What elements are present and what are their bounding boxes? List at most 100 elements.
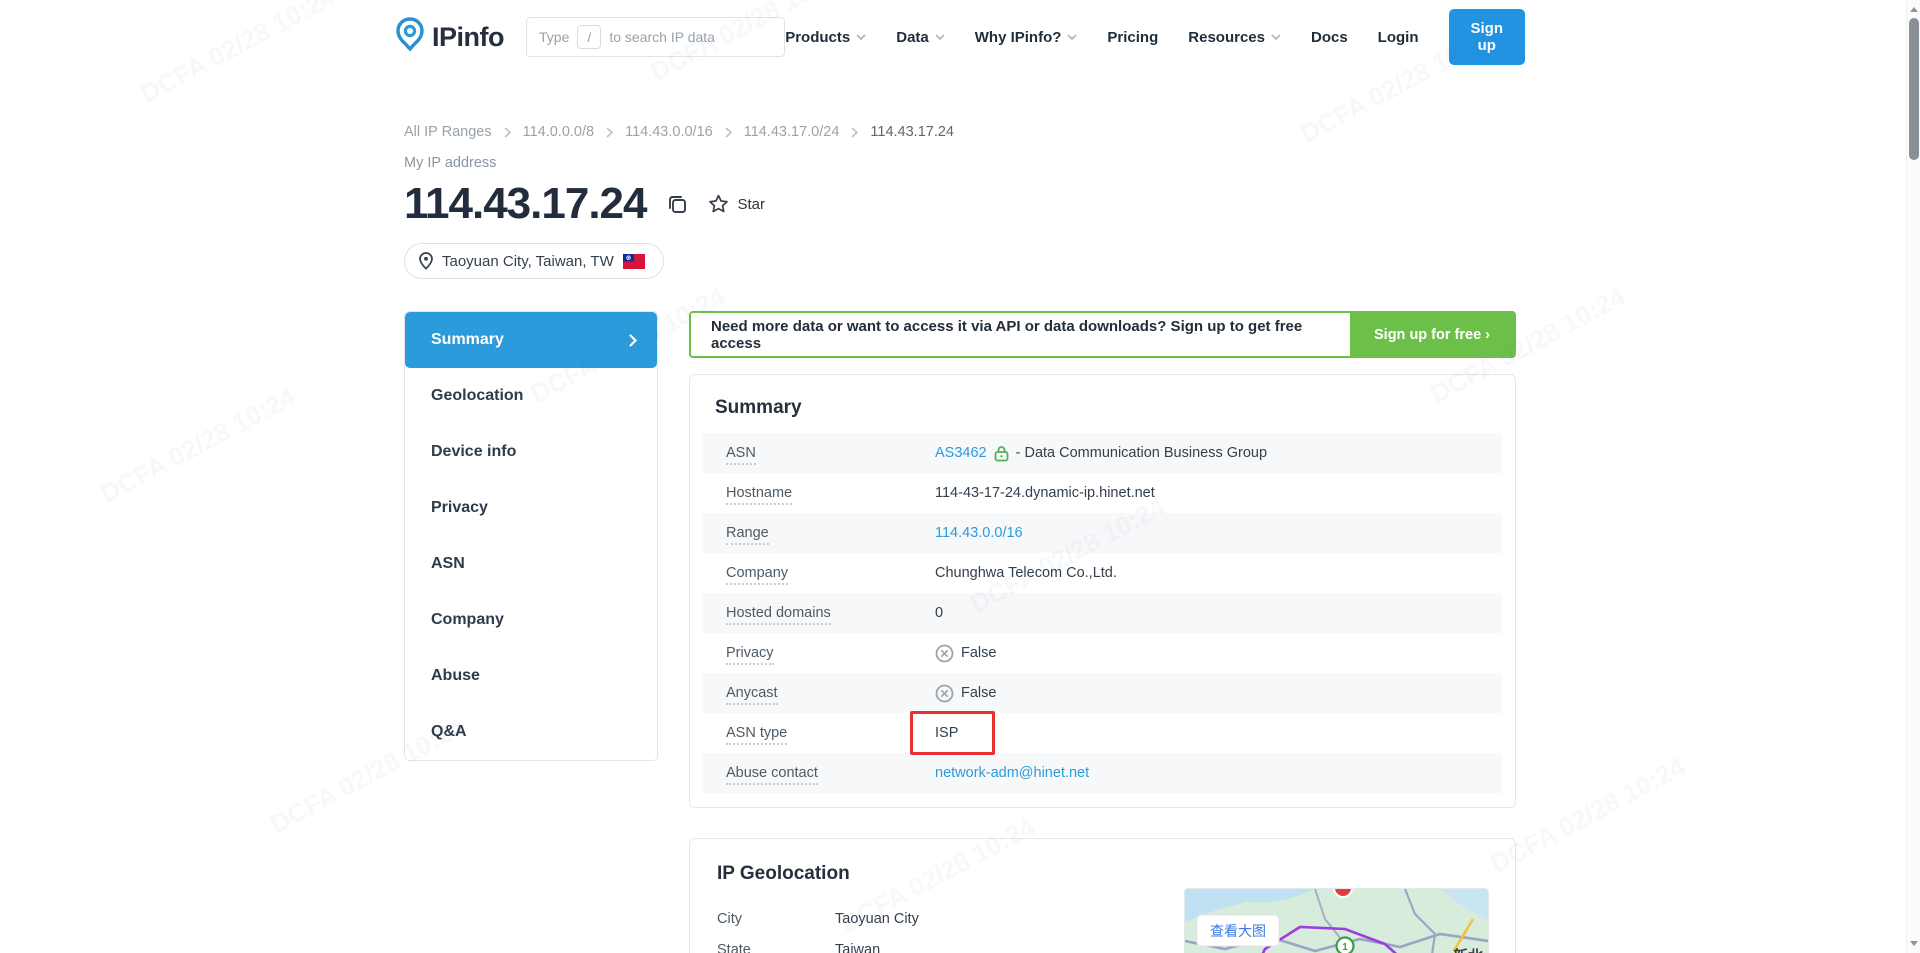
row-label: Company xyxy=(726,565,788,585)
top-nav-bar: IPinfo Type / to search IP data Products… xyxy=(0,0,1920,74)
asn-link[interactable]: AS3462 xyxy=(935,445,987,461)
slash-key-hint: / xyxy=(577,25,601,49)
row-label: Anycast xyxy=(726,685,778,705)
table-row-asn-type: ASN type ISP xyxy=(703,713,1502,753)
breadcrumb-slash8[interactable]: 114.0.0.0/8 xyxy=(523,124,595,140)
chevron-right-icon xyxy=(725,127,732,138)
row-label: Privacy xyxy=(726,645,774,665)
anycast-value: False xyxy=(961,685,996,701)
sidebar-item-asn[interactable]: ASN xyxy=(405,536,657,592)
star-ip-button[interactable]: Star xyxy=(708,194,765,214)
breadcrumb-slash24[interactable]: 114.43.17.0/24 xyxy=(744,124,840,140)
chevron-down-icon xyxy=(1271,34,1281,40)
range-link[interactable]: 114.43.0.0/16 xyxy=(935,525,1023,541)
circle-x-icon xyxy=(935,684,954,703)
nav-login[interactable]: Login xyxy=(1378,29,1419,46)
hostname-value: 114-43-17-24.dynamic-ip.hinet.net xyxy=(935,485,1155,501)
row-label: ASN type xyxy=(726,725,787,745)
nav-products[interactable]: Products xyxy=(785,29,866,46)
sidebar-item-device-info[interactable]: Device info xyxy=(405,424,657,480)
scrollbar-up-arrow[interactable] xyxy=(1910,7,1918,12)
nav-data[interactable]: Data xyxy=(896,29,945,46)
breadcrumb-slash16[interactable]: 114.43.0.0/16 xyxy=(625,124,713,140)
section-sidebar: Summary Geolocation Device info Privacy … xyxy=(404,311,658,761)
route-shield-1: 1 xyxy=(1337,938,1354,953)
location-badge: Taoyuan City, Taiwan, TW xyxy=(404,243,664,279)
signup-free-button[interactable]: Sign up for free › xyxy=(1350,313,1514,356)
page-title-ip: 114.43.17.24 xyxy=(404,179,646,229)
chevron-right-icon xyxy=(504,127,511,138)
scrollbar-down-arrow[interactable] xyxy=(1910,941,1918,946)
abuse-contact-link[interactable]: network-adm@hinet.net xyxy=(935,765,1089,781)
state-value: Taiwan xyxy=(835,942,880,953)
star-icon xyxy=(708,194,729,214)
sidebar-item-qa[interactable]: Q&A xyxy=(405,704,657,760)
table-row-asn: ASN AS3462 - Data Communication Business… xyxy=(703,433,1502,473)
ipinfo-pin-icon xyxy=(395,17,425,58)
company-value: Chunghwa Telecom Co.,Ltd. xyxy=(935,565,1117,581)
signup-button[interactable]: Sign up xyxy=(1449,9,1526,65)
table-row-abuse-contact: Abuse contact network-adm@hinet.net xyxy=(703,753,1502,793)
city-value: Taoyuan City xyxy=(835,911,919,927)
geolocation-card-title: IP Geolocation xyxy=(717,863,1488,885)
breadcrumb: All IP Ranges 114.0.0.0/8 114.43.0.0/16 … xyxy=(404,124,1516,140)
chevron-right-icon xyxy=(629,334,637,347)
chevron-down-icon xyxy=(1067,34,1077,40)
row-label: ASN xyxy=(726,445,756,465)
search-input[interactable]: Type / to search IP data xyxy=(526,17,785,57)
nav-pricing[interactable]: Pricing xyxy=(1107,29,1158,46)
signup-banner: Need more data or want to access it via … xyxy=(689,311,1516,358)
geolocation-card: IP Geolocation City Taoyuan City State T… xyxy=(689,838,1516,953)
summary-card-title: Summary xyxy=(715,397,1490,419)
brand-name: IPinfo xyxy=(432,22,504,53)
sidebar-item-privacy[interactable]: Privacy xyxy=(405,480,657,536)
search-placeholder: to search IP data xyxy=(609,29,715,45)
table-row-range: Range 114.43.0.0/16 xyxy=(703,513,1502,553)
hosted-domains-value: 0 xyxy=(935,605,943,621)
chevron-right-icon xyxy=(851,127,858,138)
watermark: DCFA 02/28 10:24 xyxy=(1485,751,1690,880)
page-scrollbar[interactable] xyxy=(1906,0,1920,953)
search-prefix: Type xyxy=(539,29,569,45)
privacy-value: False xyxy=(961,645,996,661)
table-row-hosted-domains: Hosted domains 0 xyxy=(703,593,1502,633)
taiwan-flag-icon xyxy=(623,254,645,269)
main-navigation: Products Data Why IPinfo? Pricing Resour… xyxy=(785,9,1525,65)
view-larger-map-button[interactable]: 查看大图 xyxy=(1197,915,1279,946)
sidebar-item-summary[interactable]: Summary xyxy=(405,312,657,368)
geolocation-map[interactable]: 1 2 65 新北 xyxy=(1185,889,1488,953)
map-city-label: 新北 xyxy=(1453,947,1483,953)
sidebar-item-geolocation[interactable]: Geolocation xyxy=(405,368,657,424)
nav-why-ipinfo[interactable]: Why IPinfo? xyxy=(975,29,1078,46)
svg-text:查看大图: 查看大图 xyxy=(1210,923,1266,939)
lock-icon xyxy=(994,445,1009,462)
nav-docs[interactable]: Docs xyxy=(1311,29,1348,46)
ipinfo-logo[interactable]: IPinfo xyxy=(395,17,504,58)
watermark: DCFA 02/28 10:24 xyxy=(95,381,300,510)
chevron-right-icon xyxy=(606,127,613,138)
my-ip-address-label: My IP address xyxy=(404,155,1516,171)
table-row-company: Company Chunghwa Telecom Co.,Ltd. xyxy=(703,553,1502,593)
location-pin-icon xyxy=(419,252,433,270)
circle-x-icon xyxy=(935,644,954,663)
nav-resources[interactable]: Resources xyxy=(1188,29,1281,46)
location-text: Taoyuan City, Taiwan, TW xyxy=(442,253,614,270)
svg-text:1: 1 xyxy=(1342,942,1348,953)
breadcrumb-all-ip-ranges[interactable]: All IP Ranges xyxy=(404,124,492,140)
scrollbar-thumb[interactable] xyxy=(1909,18,1919,160)
summary-card: Summary ASN AS3462 - Data Communication … xyxy=(689,374,1516,808)
breadcrumb-current-ip: 114.43.17.24 xyxy=(870,124,954,140)
sidebar-item-abuse[interactable]: Abuse xyxy=(405,648,657,704)
copy-icon xyxy=(666,193,688,215)
sidebar-item-company[interactable]: Company xyxy=(405,592,657,648)
table-row-hostname: Hostname 114-43-17-24.dynamic-ip.hinet.n… xyxy=(703,473,1502,513)
star-label: Star xyxy=(737,196,765,213)
row-label: Abuse contact xyxy=(726,765,818,785)
chevron-down-icon xyxy=(935,34,945,40)
row-label: Hostname xyxy=(726,485,792,505)
banner-message: Need more data or want to access it via … xyxy=(691,318,1350,352)
row-label: Range xyxy=(726,525,769,545)
asn-type-value: ISP xyxy=(935,725,958,741)
copy-ip-button[interactable] xyxy=(666,193,688,215)
chevron-down-icon xyxy=(856,34,866,40)
